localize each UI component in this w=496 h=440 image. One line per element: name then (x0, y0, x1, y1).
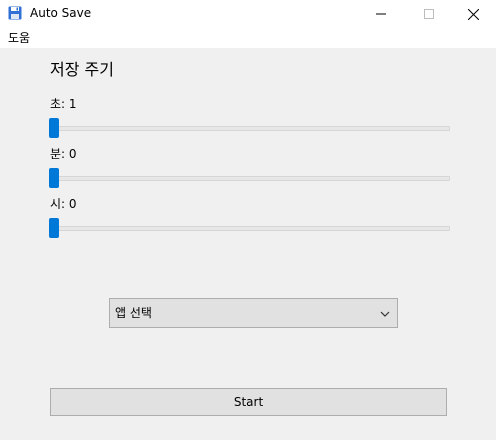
title-bar: Auto Save (0, 0, 496, 28)
slider-thumb[interactable] (49, 218, 59, 238)
floppy-disk-icon (8, 6, 22, 20)
window-title: Auto Save (30, 6, 92, 20)
menu-item-help[interactable]: 도움 (8, 31, 30, 45)
app-select-value: 앱 선택 (115, 306, 152, 320)
hours-label: 시: 0 (50, 197, 77, 211)
close-button[interactable] (450, 0, 496, 28)
app-select-dropdown[interactable]: 앱 선택 (109, 298, 398, 328)
maximize-icon (424, 9, 434, 19)
minimize-icon (376, 13, 386, 15)
start-button[interactable]: Start (50, 388, 447, 416)
section-title: 저장 주기 (50, 60, 114, 79)
close-icon (467, 8, 479, 20)
slider-track (49, 126, 450, 131)
minutes-label: 분: 0 (50, 147, 77, 161)
slider-track (49, 176, 450, 181)
maximize-button[interactable] (406, 0, 452, 28)
hours-slider[interactable] (49, 218, 450, 238)
slider-thumb[interactable] (49, 168, 59, 188)
minimize-button[interactable] (358, 0, 404, 28)
seconds-label: 초: 1 (50, 97, 77, 111)
slider-track (49, 226, 450, 231)
minutes-slider[interactable] (49, 168, 450, 188)
seconds-slider[interactable] (49, 118, 450, 138)
menu-bar: 도움 (0, 28, 496, 48)
chevron-down-icon (380, 311, 390, 317)
slider-thumb[interactable] (49, 118, 59, 138)
